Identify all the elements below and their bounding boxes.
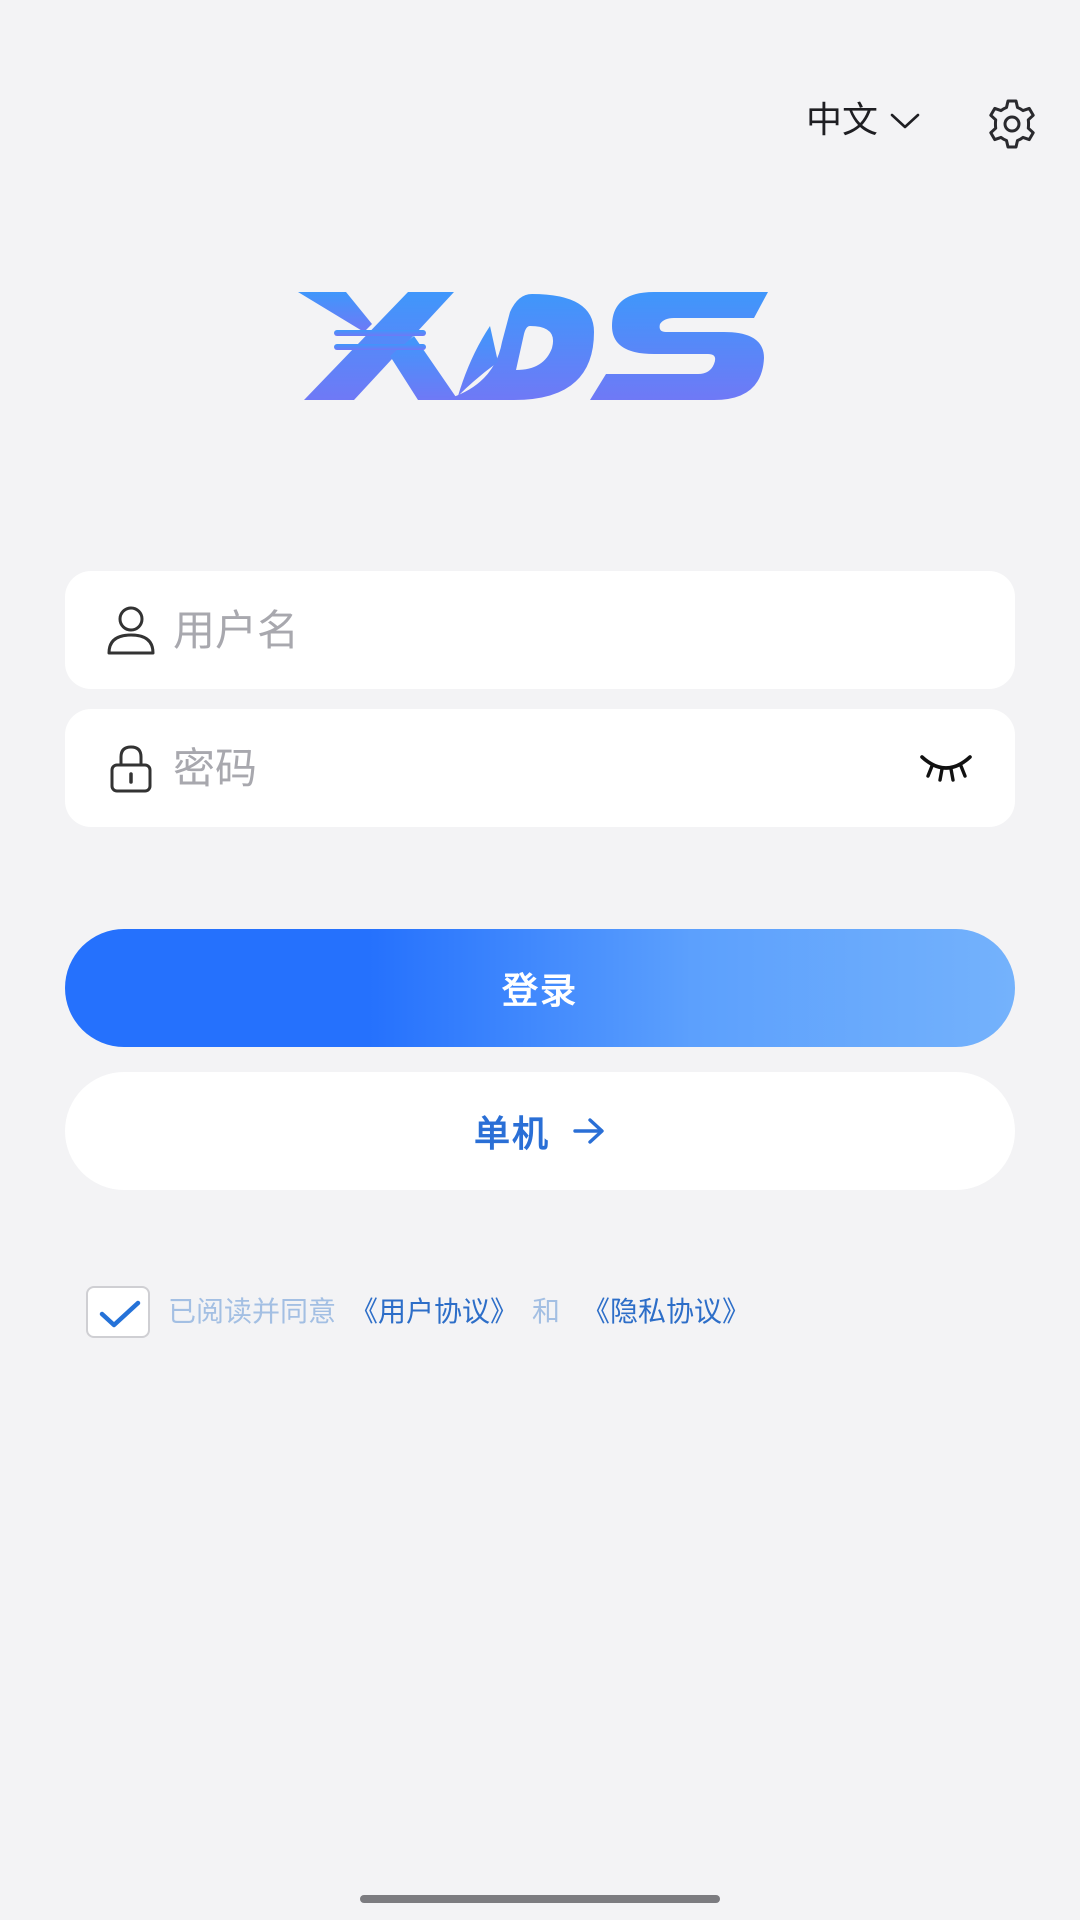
offline-mode-button[interactable]: 单机	[65, 1072, 1015, 1190]
username-input[interactable]	[173, 571, 933, 689]
privacy-policy-link[interactable]: 《隐私协议》	[582, 1295, 750, 1328]
agreement-and: 和	[532, 1295, 561, 1328]
language-label: 中文	[806, 100, 879, 141]
username-field[interactable]	[65, 571, 1015, 689]
agreement-prefix: 已阅读并同意	[168, 1295, 337, 1328]
settings-button[interactable]	[984, 96, 1040, 152]
user-icon	[107, 606, 155, 655]
login-button[interactable]: 登录	[65, 929, 1015, 1047]
checkmark-icon	[99, 1300, 141, 1328]
chevron-down-icon	[890, 113, 920, 129]
password-input[interactable]	[173, 709, 933, 827]
lock-icon	[110, 745, 152, 793]
arrow-right-icon	[573, 1118, 604, 1144]
gear-icon	[989, 99, 1035, 149]
agreement-checkbox[interactable]	[86, 1286, 150, 1338]
user-agreement-link[interactable]: 《用户协议》	[350, 1295, 518, 1328]
password-field[interactable]	[65, 709, 1015, 827]
agreement-text: 已阅读并同意 《用户协议》和《隐私协议》	[168, 1290, 750, 1334]
offline-mode-label: 单机	[473, 1114, 550, 1155]
language-selector[interactable]: 中文	[806, 96, 920, 146]
xds-logo	[298, 292, 768, 400]
home-indicator[interactable]	[360, 1895, 720, 1903]
eye-closed-icon[interactable]	[918, 749, 974, 787]
